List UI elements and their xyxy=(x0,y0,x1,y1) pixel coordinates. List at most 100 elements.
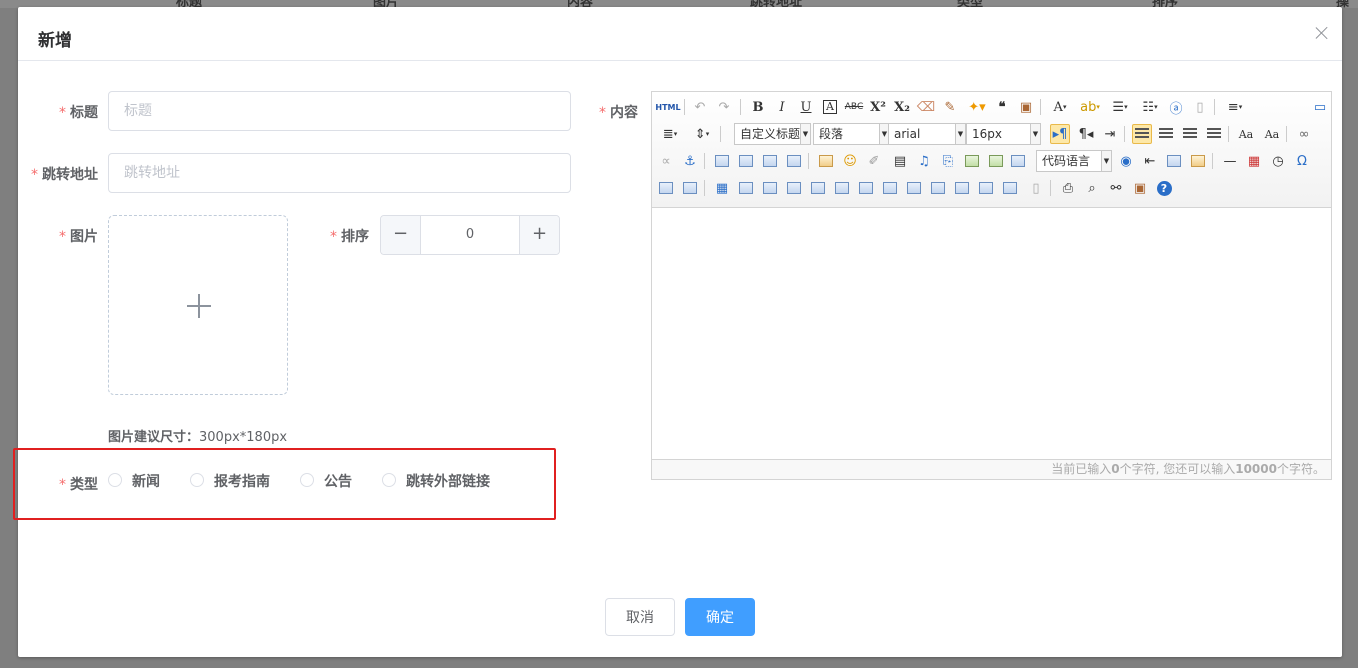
page-icon[interactable]: ▯ xyxy=(1190,97,1210,117)
fullscreen-icon[interactable]: ▭ xyxy=(1310,97,1330,117)
map-icon[interactable] xyxy=(986,151,1006,171)
delete-col-icon[interactable] xyxy=(856,178,876,198)
page-break-icon[interactable]: ⇤ xyxy=(1140,151,1160,171)
rtl-direction-icon[interactable]: ¶◂ xyxy=(1076,124,1096,144)
time-icon[interactable]: ◷ xyxy=(1268,151,1288,171)
align-left-icon[interactable] xyxy=(1132,124,1152,144)
ltr-direction-icon[interactable]: ▸¶ xyxy=(1050,124,1070,144)
ordered-list-icon[interactable]: ☰ ▾ xyxy=(1106,97,1134,117)
html-source-button[interactable]: HTML xyxy=(655,97,680,117)
help-icon[interactable]: ? xyxy=(1154,178,1174,198)
paste-plain-icon[interactable]: ▣ xyxy=(1016,97,1036,117)
title-input[interactable] xyxy=(108,91,571,131)
lowercase-icon[interactable]: Aa xyxy=(1262,124,1282,144)
uppercase-icon[interactable]: Aa xyxy=(1236,124,1256,144)
image-size-hint: 图片建议尺寸：300px*180px xyxy=(108,430,288,445)
word-image-icon[interactable] xyxy=(680,178,700,198)
align-justify-icon[interactable] xyxy=(1204,124,1224,144)
font-color-icon[interactable]: A ▾ xyxy=(1046,97,1074,117)
underline-icon[interactable]: U xyxy=(796,97,816,117)
italic-icon[interactable]: I xyxy=(772,97,792,117)
title-label: * 标题 xyxy=(59,105,98,121)
redo-icon[interactable]: ↷ xyxy=(714,97,734,117)
image-none-icon[interactable] xyxy=(712,151,732,171)
font-size-select[interactable]: 16px ▼ xyxy=(966,123,1041,145)
insert-code-block-icon[interactable] xyxy=(656,178,676,198)
emotion-icon[interactable]: ☺ xyxy=(840,151,860,171)
unordered-list-icon[interactable]: ☷ ▾ xyxy=(1136,97,1164,117)
insert-frame-icon[interactable] xyxy=(962,151,982,171)
format-brush-icon[interactable]: ✎ xyxy=(940,97,960,117)
align-center-icon[interactable] xyxy=(1156,124,1176,144)
insert-image-icon[interactable] xyxy=(816,151,836,171)
sort-label: * 排序 xyxy=(330,229,369,245)
image-right-icon[interactable] xyxy=(760,151,780,171)
special-char-icon[interactable]: Ω xyxy=(1292,151,1312,171)
superscript-icon[interactable]: X² xyxy=(868,97,888,117)
split-rows-icon[interactable] xyxy=(976,178,996,198)
eraser-icon[interactable]: ⌫ xyxy=(916,97,936,117)
confirm-button[interactable]: 确定 xyxy=(685,598,755,636)
insert-table-icon[interactable]: ▦ xyxy=(712,178,732,198)
unlink-icon[interactable]: ∝ xyxy=(656,151,676,171)
indent-icon[interactable]: ⇥ xyxy=(1100,124,1120,144)
plus-icon xyxy=(187,294,211,318)
table-chart-icon[interactable]: ▯ xyxy=(1026,178,1046,198)
subscript-icon[interactable]: X₂ xyxy=(892,97,912,117)
delete-row-icon[interactable] xyxy=(808,178,828,198)
search-replace-icon[interactable]: ⚯ xyxy=(1106,178,1126,198)
image-center-icon[interactable] xyxy=(784,151,804,171)
horizontal-rule-icon[interactable]: — xyxy=(1220,151,1240,171)
close-icon[interactable] xyxy=(1314,25,1330,41)
font-border-icon[interactable]: A xyxy=(820,97,840,117)
line-height-icon[interactable]: ⇕ ▾ xyxy=(688,124,716,144)
strikethrough-icon[interactable]: ABC xyxy=(844,97,864,117)
insert-music-icon[interactable]: ♫ xyxy=(914,151,934,171)
date-icon[interactable]: ▦ xyxy=(1244,151,1264,171)
url-input[interactable] xyxy=(108,153,571,193)
image-left-icon[interactable] xyxy=(736,151,756,171)
row-spacing-icon[interactable]: ≡ ▾ xyxy=(1220,97,1250,117)
undo-icon[interactable]: ↶ xyxy=(690,97,710,117)
insert-paragraph-before-table-icon[interactable] xyxy=(760,178,780,198)
insert-col-icon[interactable] xyxy=(832,178,852,198)
image-label: * 图片 xyxy=(59,229,98,245)
font-family-select[interactable]: arial ▼ xyxy=(888,123,966,145)
merge-right-icon[interactable] xyxy=(904,178,924,198)
merge-down-icon[interactable] xyxy=(928,178,948,198)
custom-title-select[interactable]: 自定义标题 ▼ xyxy=(734,123,811,145)
merge-cells-icon[interactable] xyxy=(880,178,900,198)
auto-format-icon[interactable]: ✦▾ xyxy=(964,97,990,117)
template-icon[interactable] xyxy=(1164,151,1184,171)
align-right-icon[interactable] xyxy=(1180,124,1200,144)
preview-icon[interactable]: ⌕ xyxy=(1082,178,1102,198)
editor-content-area[interactable] xyxy=(652,209,1331,459)
decrease-button[interactable]: − xyxy=(381,216,421,254)
code-language-select[interactable]: 代码语言 ▼ xyxy=(1036,150,1112,172)
increase-button[interactable]: + xyxy=(519,216,559,254)
print-icon[interactable]: ⎙ xyxy=(1058,178,1078,198)
link-icon[interactable]: ∞ xyxy=(1294,124,1314,144)
cancel-button[interactable]: 取消 xyxy=(605,598,675,636)
sort-stepper: − 0 + xyxy=(380,215,560,255)
image-upload[interactable] xyxy=(108,215,288,395)
drafts-icon[interactable]: ▣ xyxy=(1130,178,1150,198)
scrawl-icon[interactable]: ✐ xyxy=(864,151,884,171)
delete-table-icon[interactable] xyxy=(736,178,756,198)
split-cells-icon[interactable] xyxy=(952,178,972,198)
split-cols-icon[interactable] xyxy=(1000,178,1020,198)
anchor-icon[interactable]: ⚓ xyxy=(680,151,700,171)
insert-row-icon[interactable] xyxy=(784,178,804,198)
insert-video-icon[interactable]: ▤ xyxy=(890,151,910,171)
blockquote-icon[interactable]: ❝ xyxy=(992,97,1012,117)
paragraph-spacing-icon[interactable]: ≣ ▾ xyxy=(656,124,684,144)
attachment-icon[interactable]: ⎘ xyxy=(938,151,958,171)
paragraph-select[interactable]: 段落 ▼ xyxy=(813,123,890,145)
background-color-icon[interactable]: ab ▾ xyxy=(1076,97,1104,117)
web-page-icon[interactable]: ◉ xyxy=(1116,151,1136,171)
anchor-text-icon[interactable]: ⓐ xyxy=(1166,97,1186,117)
bold-icon[interactable]: B xyxy=(748,97,768,117)
code-icon[interactable] xyxy=(1008,151,1028,171)
sort-value[interactable]: 0 xyxy=(421,216,519,254)
background-icon[interactable] xyxy=(1188,151,1208,171)
